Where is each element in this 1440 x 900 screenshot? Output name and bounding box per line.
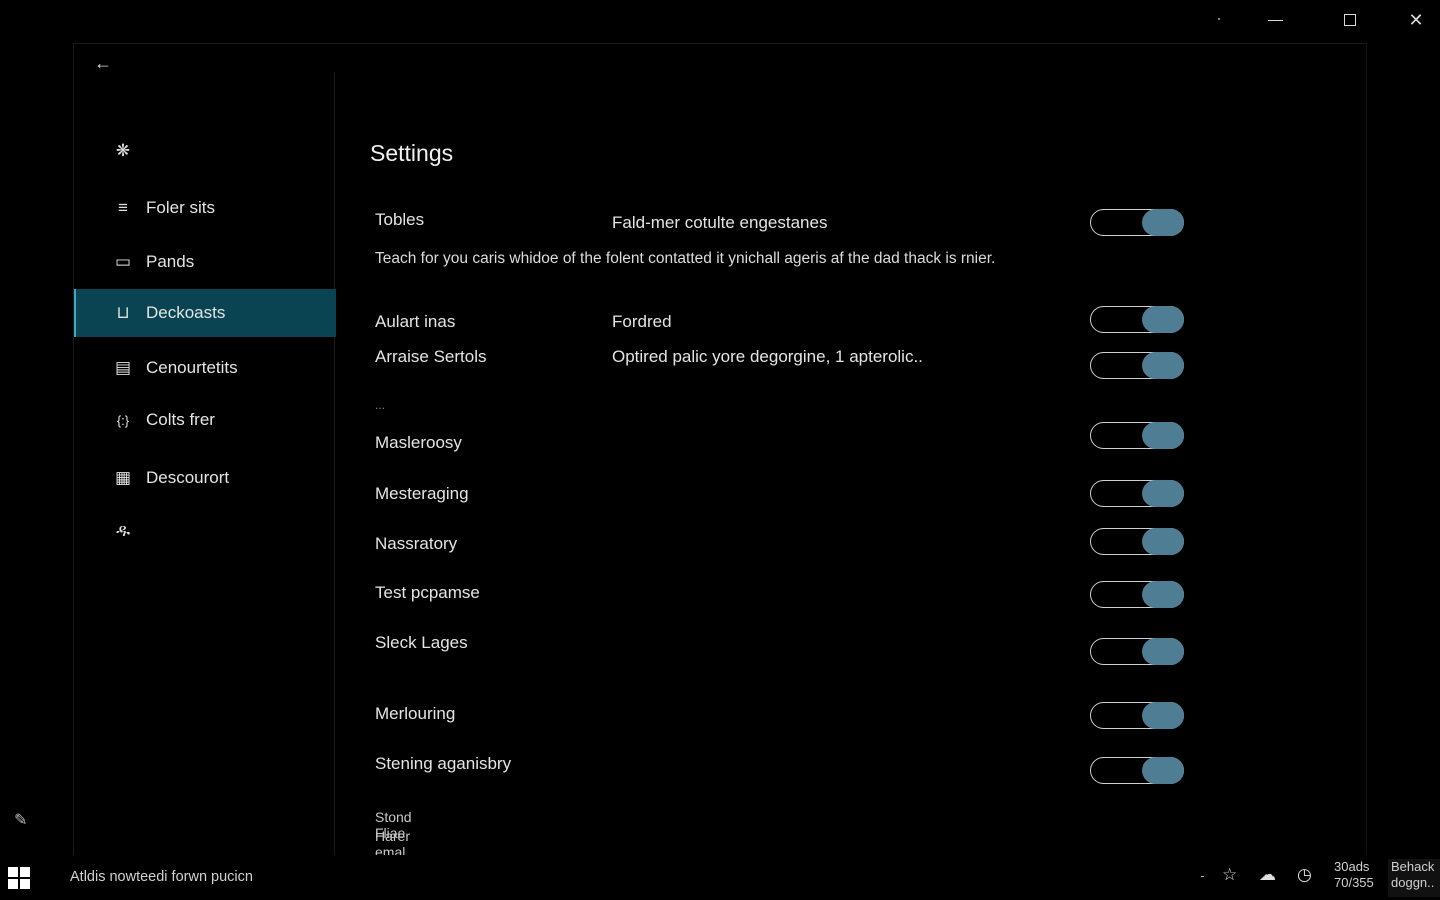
setting-value: Fald-mer cotulte engestanes	[612, 213, 828, 232]
sidebar-item-deckoasts[interactable]: ⊔ Deckoasts	[74, 289, 336, 337]
minimize-button[interactable]	[1255, 6, 1295, 34]
setting-label: Nassratory	[375, 534, 458, 553]
setting-value: Optired palic yore degorgine, 1 apteroli…	[612, 347, 923, 366]
sidebar-item-label: Descourort	[146, 468, 230, 487]
star-icon[interactable]: ☆	[1222, 865, 1237, 885]
close-button[interactable]: ✕	[1396, 6, 1436, 34]
taskbar-clock[interactable]: 30ads 70/355	[1334, 859, 1374, 891]
setting-value: Fordred	[612, 312, 672, 331]
setting-toggle[interactable]	[1090, 637, 1184, 665]
clock-line-2: 70/355	[1334, 875, 1374, 890]
toggle-knob	[1142, 305, 1184, 333]
setting-toggle[interactable]	[1090, 351, 1184, 379]
sidebar-item-bug[interactable]: ❋	[74, 127, 334, 175]
setting-toggle[interactable]	[1090, 208, 1184, 236]
toggle-knob	[1142, 580, 1184, 608]
bug-icon: ❋	[115, 141, 131, 160]
sidebar-item-pands[interactable]: ▭ Pands	[74, 238, 334, 286]
setting-toggle[interactable]	[1090, 701, 1184, 729]
title-bar: ✕	[0, 0, 1440, 40]
minimize-icon	[1267, 19, 1283, 21]
setting-label: Masleroosy	[375, 433, 462, 452]
setting-label: Mesteraging	[375, 484, 469, 503]
sidebar-item-foler-sits[interactable]: ≡ Foler sits	[74, 184, 334, 232]
toggle-knob	[1142, 208, 1184, 236]
toggle-knob	[1142, 351, 1184, 379]
pencil-icon[interactable]: ✎	[14, 810, 27, 830]
sidebar-item-people[interactable]: ዱ	[74, 507, 334, 555]
notify-line-2: doggn..	[1391, 875, 1435, 890]
tray-dot	[1201, 876, 1204, 877]
sidebar: ❋ ≡ Foler sits ▭ Pands ⊔ Deckoasts ▤ Cen…	[74, 72, 336, 856]
setting-label: Test pcpamse	[375, 583, 480, 602]
setting-toggle[interactable]	[1090, 527, 1184, 555]
arrow-left-icon: ←	[94, 53, 112, 73]
setting-toggle[interactable]	[1090, 479, 1184, 507]
sidebar-item-label: Foler sits	[146, 198, 215, 217]
setting-toggle[interactable]	[1090, 305, 1184, 333]
notify-line-1: Behack	[1391, 859, 1435, 874]
setting-label: Aulart inas	[375, 312, 456, 331]
sidebar-item-label: Pands	[146, 252, 195, 271]
document-icon: ▤	[114, 358, 132, 377]
toggle-knob	[1142, 421, 1184, 449]
people-icon: ዱ	[116, 521, 130, 540]
back-button[interactable]: ←	[92, 52, 114, 74]
list-icon: ≡	[118, 198, 128, 217]
setting-label: Stening aganisbry	[375, 754, 512, 773]
setting-label: Sleck Lages	[375, 633, 468, 652]
sidebar-item-label: Colts frer	[146, 410, 215, 429]
setting-toggle[interactable]	[1090, 580, 1184, 608]
taskbar: Atldis nowteedi forwn pucicn ☆ ☁ ◷ 30ads…	[0, 855, 1440, 900]
close-icon: ✕	[1408, 9, 1424, 30]
toggle-knob	[1142, 701, 1184, 729]
maximize-icon	[1344, 14, 1356, 26]
toggle-knob	[1142, 527, 1184, 555]
sidebar-item-descourort[interactable]: ▦ Descourort	[74, 454, 334, 502]
ellipsis-separator: ...	[375, 398, 386, 412]
setting-description: Teach for you caris whidoe of the folent…	[375, 250, 996, 267]
folder-icon: ⊔	[116, 303, 130, 322]
setting-label: Tobles	[375, 210, 425, 229]
sidebar-item-label: Deckoasts	[146, 303, 226, 322]
sidebar-item-label: Cenourtetits	[146, 358, 238, 377]
report-icon: ▦	[114, 468, 132, 487]
sidebar-item-cenourtetits[interactable]: ▤ Cenourtetits	[74, 344, 334, 392]
toggle-knob	[1142, 479, 1184, 507]
windows-start-icon[interactable]	[8, 867, 30, 889]
setting-toggle[interactable]	[1090, 756, 1184, 784]
toggle-knob	[1142, 756, 1184, 784]
clock-icon[interactable]: ◷	[1297, 865, 1312, 885]
sidebar-item-colts-frer[interactable]: {:} Colts frer	[74, 396, 334, 444]
page-title: Settings	[370, 140, 454, 166]
toggle-knob	[1142, 637, 1184, 665]
notification-button[interactable]: Behack doggn..	[1388, 859, 1440, 897]
settings-window: ← ❋ ≡ Foler sits ▭ Pands ⊔ Deckoasts ▤ C…	[73, 43, 1367, 856]
clock-line-1: 30ads	[1334, 859, 1370, 874]
title-bar-dot	[1218, 18, 1220, 20]
taskbar-status-text: Atldis nowteedi forwn pucicn	[70, 869, 253, 885]
maximize-button[interactable]	[1330, 6, 1370, 34]
setting-label: Merlouring	[375, 704, 456, 723]
setting-toggle[interactable]	[1090, 421, 1184, 449]
setting-label: Arraise Sertols	[375, 347, 487, 366]
cloud-icon[interactable]: ☁	[1259, 865, 1276, 885]
monitor-icon: ▭	[114, 252, 132, 271]
brackets-icon: {:}	[116, 412, 130, 428]
